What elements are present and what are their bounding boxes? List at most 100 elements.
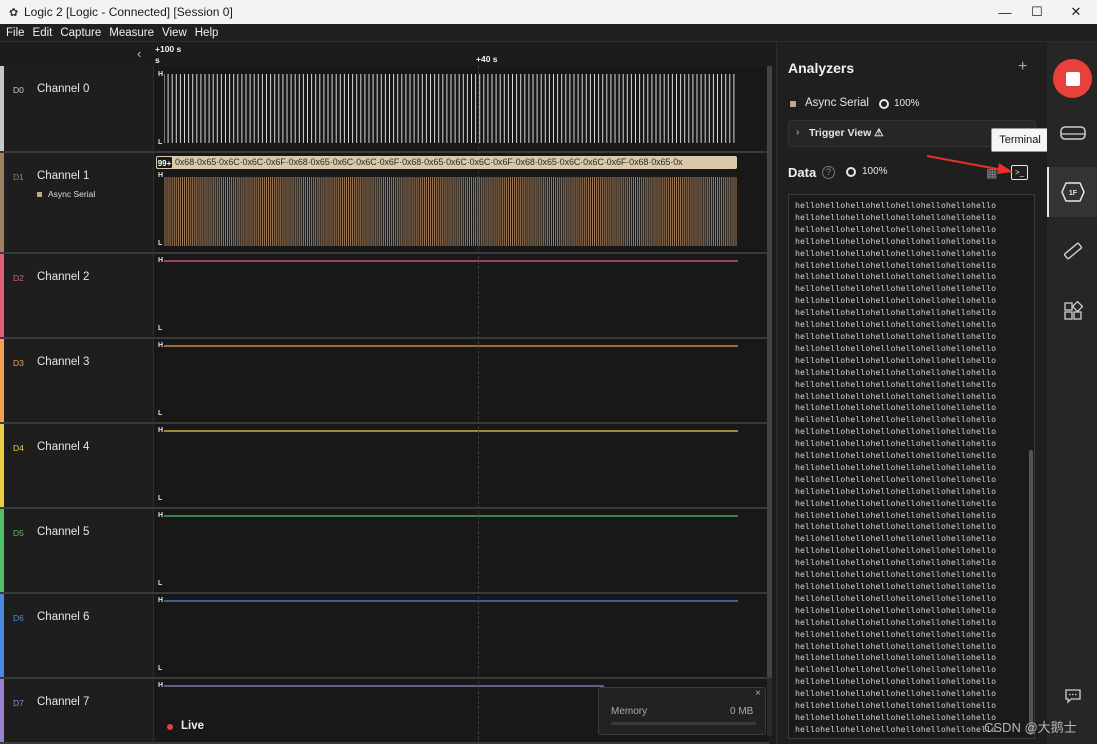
waveform-scrollbar-thumb[interactable] xyxy=(767,66,772,678)
menu-capture[interactable]: Capture xyxy=(60,27,101,39)
channel-color-bar xyxy=(0,424,4,507)
live-label[interactable]: Live xyxy=(181,720,204,732)
analyzer-async-serial[interactable]: Async Serial xyxy=(805,97,869,109)
waveform-trace xyxy=(164,260,738,262)
channel-name[interactable]: Channel 4 xyxy=(37,441,89,453)
stop-recording-button[interactable] xyxy=(1053,59,1092,98)
channel-id: D6 xyxy=(13,613,24,623)
waveform-trace xyxy=(164,685,604,687)
add-analyzer-button[interactable]: + xyxy=(1018,58,1027,76)
channel-label-4[interactable] xyxy=(0,424,153,509)
channel-name[interactable]: Channel 0 xyxy=(37,83,89,95)
level-low-marker: L xyxy=(158,495,163,502)
channel-id: D2 xyxy=(13,273,24,283)
channel-waveform-5[interactable] xyxy=(153,509,769,594)
menu-help[interactable]: Help xyxy=(195,27,219,39)
channel-color-bar xyxy=(0,66,4,151)
channel-label-0[interactable] xyxy=(0,66,153,153)
channel-waveform-2[interactable] xyxy=(153,254,769,339)
memory-value: 0 MB xyxy=(730,706,754,717)
ruler-tick-center: +40 s xyxy=(476,54,498,64)
level-high-marker: H xyxy=(158,342,164,349)
menu-edit[interactable]: Edit xyxy=(33,27,53,39)
channel-color-bar xyxy=(0,509,4,592)
terminal-tooltip: Terminal xyxy=(991,128,1049,152)
channel-color-bar xyxy=(0,594,4,677)
memory-usage-bar xyxy=(611,722,756,725)
help-icon[interactable]: ? xyxy=(822,166,835,179)
channel-analyzer-label: Async Serial xyxy=(48,189,96,199)
channel-waveform-6[interactable] xyxy=(153,594,769,679)
channel-id: D3 xyxy=(13,358,24,368)
waveform-trace xyxy=(164,600,738,602)
channel-name[interactable]: Channel 7 xyxy=(37,696,89,708)
waveform-trace xyxy=(164,177,737,246)
waveform-trace xyxy=(164,430,738,432)
chevron-right-icon[interactable]: › xyxy=(796,127,799,138)
decode-count-badge: 99+ xyxy=(156,156,173,169)
terminal-output[interactable]: hellohellohellohellohellohellohellohello… xyxy=(788,194,1035,739)
channel-label-2[interactable] xyxy=(0,254,153,339)
channel-id: D0 xyxy=(13,85,24,95)
extensions-icon[interactable] xyxy=(1062,300,1084,322)
level-low-marker: L xyxy=(158,580,163,587)
channel-label-7[interactable] xyxy=(0,679,153,744)
svg-text:1F: 1F xyxy=(1069,190,1078,197)
serial-decode-bar[interactable]: 99+ 0x68·0x65·0x6C·0x6C·0x6F·0x68·0x65·0… xyxy=(156,156,737,169)
level-high-marker: H xyxy=(158,682,164,689)
chevron-left-icon[interactable]: ‹ xyxy=(137,46,141,61)
level-high-marker: H xyxy=(158,512,164,519)
analyzers-title: Analyzers xyxy=(788,60,855,76)
level-low-marker: L xyxy=(158,139,163,146)
channel-id: D4 xyxy=(13,443,24,453)
stop-icon xyxy=(1065,71,1080,86)
channel-name[interactable]: Channel 3 xyxy=(37,356,89,368)
channel-waveform-4[interactable] xyxy=(153,424,769,509)
channel-color-bar xyxy=(0,679,4,742)
channel-color-bar xyxy=(0,153,4,252)
menu-file[interactable]: File xyxy=(6,27,25,39)
app-gear-icon: ✿ xyxy=(9,7,19,19)
trigger-view-label[interactable]: Trigger View ⚠ xyxy=(809,127,884,139)
watermark: CSDN @大鹅士 xyxy=(984,720,1077,735)
channel-waveform-3[interactable] xyxy=(153,339,769,424)
right-sidebar xyxy=(1047,42,1097,744)
channel-label-5[interactable] xyxy=(0,509,153,594)
memory-close-button[interactable]: × xyxy=(755,688,761,699)
time-ruler[interactable] xyxy=(0,42,775,66)
channel-color-bar xyxy=(0,254,4,337)
waveform-trace xyxy=(164,515,738,517)
channel-name[interactable]: Channel 1 xyxy=(37,170,89,182)
channel-id: D1 xyxy=(13,172,24,182)
data-progress-ring-icon xyxy=(846,167,856,177)
close-button[interactable]: ✕ xyxy=(1053,0,1097,24)
feedback-chat-icon[interactable] xyxy=(1062,686,1084,706)
channel-name[interactable]: Channel 6 xyxy=(37,611,89,623)
red-arrow-annotation xyxy=(926,155,1013,174)
level-low-marker: L xyxy=(158,410,163,417)
level-low-marker: L xyxy=(158,240,163,247)
menu-view[interactable]: View xyxy=(162,27,187,39)
waveform-trace xyxy=(164,74,735,143)
level-high-marker: H xyxy=(158,427,164,434)
data-title: Data xyxy=(788,165,817,180)
level-high-marker: H xyxy=(158,172,164,179)
ruler-measure-icon[interactable] xyxy=(1062,240,1084,262)
menu-bar: File Edit Capture Measure View Help xyxy=(0,24,1097,42)
channel-name[interactable]: Channel 5 xyxy=(37,526,89,538)
channel-label-3[interactable] xyxy=(0,339,153,424)
menu-measure[interactable]: Measure xyxy=(109,27,154,39)
analyzer-progress: 100% xyxy=(894,98,920,109)
ruler-tick-start-unit: s xyxy=(155,55,160,65)
analyzer-1f-icon[interactable]: 1F xyxy=(1060,180,1086,204)
data-progress: 100% xyxy=(862,166,888,177)
device-icon[interactable] xyxy=(1058,122,1088,144)
terminal-scrollbar[interactable] xyxy=(1029,450,1033,735)
channel-label-6[interactable] xyxy=(0,594,153,679)
channel-name[interactable]: Channel 2 xyxy=(37,271,89,283)
waveform-trace xyxy=(164,345,738,347)
level-high-marker: H xyxy=(158,597,164,604)
channel-label-1[interactable] xyxy=(0,153,153,254)
window-title: Logic 2 [Logic - Connected] [Session 0] xyxy=(24,5,233,19)
channel-id: D5 xyxy=(13,528,24,538)
